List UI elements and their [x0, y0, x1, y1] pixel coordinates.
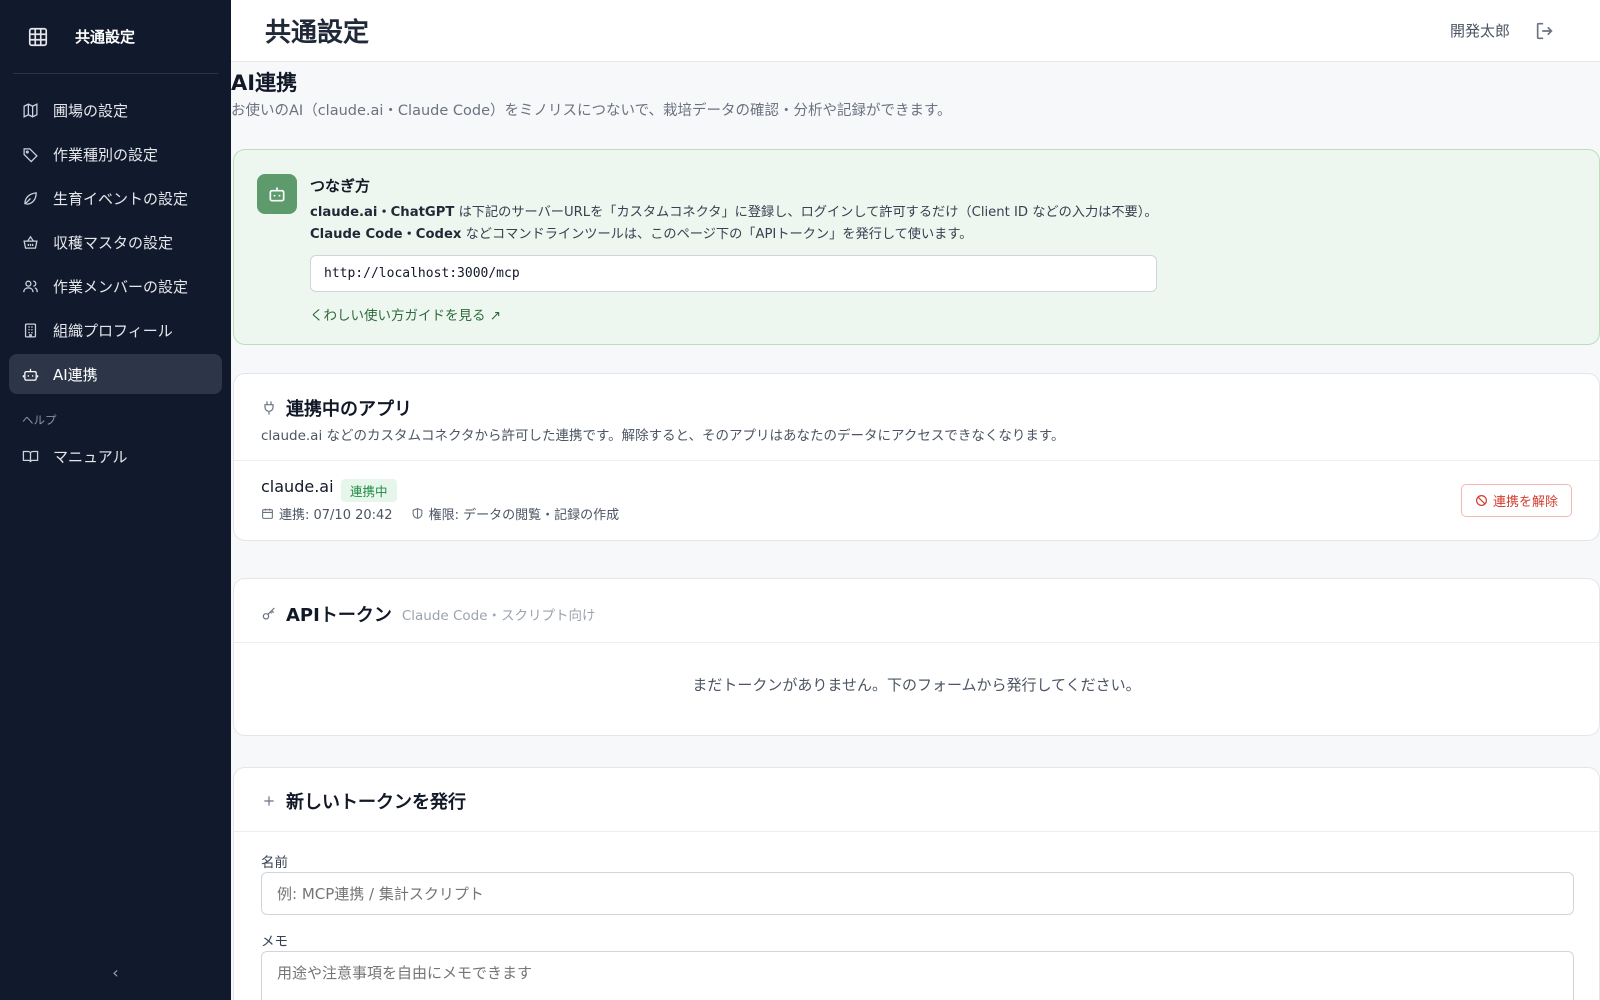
divider — [234, 642, 1599, 643]
sidebar-item-label: 作業メンバーの設定 — [53, 277, 189, 296]
connection-guide-card: つなぎ方 claude.ai・ChatGPT は下記のサーバーURLを「カスタム… — [233, 149, 1600, 345]
sidebar-header: 共通設定 — [13, 0, 218, 74]
revoke-button-label: 連携を解除 — [1492, 494, 1558, 509]
sidebar-item-label: 収穫マスタの設定 — [53, 233, 174, 252]
sidebar-item-label: AI連携 — [53, 365, 98, 384]
plus-icon — [264, 796, 274, 806]
api-tokens-header: APIトークン Claude Code・スクリプト向け — [261, 601, 596, 627]
sidebar-item-label: 圃場の設定 — [53, 101, 129, 120]
bot-icon — [269, 187, 285, 202]
book-icon — [22, 450, 39, 462]
divider — [234, 831, 1599, 832]
new-token-title: 新しいトークンを発行 — [286, 792, 466, 813]
sidebar-item-growth-events[interactable]: 生育イベントの設定 — [9, 178, 222, 218]
bot-badge — [257, 174, 297, 214]
connected-apps-title: 連携中のアプリ — [286, 399, 412, 420]
memo-label: メモ — [261, 934, 288, 950]
plug-icon — [264, 401, 274, 415]
new-token-card: 新しいトークンを発行 名前 メモ — [233, 767, 1600, 1000]
sidebar-section-help: ヘルプ — [22, 413, 57, 427]
users-icon — [23, 280, 38, 292]
api-tokens-card: APIトークン Claude Code・スクリプト向け まだトークンがありません… — [233, 578, 1600, 736]
app-name: claude.ai — [261, 477, 334, 496]
main-content: AI連携 お使いのAI（claude.ai・Claude Code）をミノリスに… — [231, 62, 1600, 1000]
sidebar: 共通設定 圃場の設定 作業種別の設定 生育イベントの設定 収穫マスタの設定 作業… — [0, 0, 231, 1000]
sidebar-item-org-profile[interactable]: 組織プロフィール — [9, 310, 222, 350]
line-1-apps: claude.ai・ChatGPT — [310, 205, 455, 220]
logout-icon[interactable] — [1534, 20, 1556, 42]
connected-apps-card: 連携中のアプリ claude.ai などのカスタムコネクタから許可した連携です。… — [233, 373, 1600, 541]
api-tokens-subtitle: Claude Code・スクリプト向け — [401, 608, 596, 624]
sidebar-item-label: 作業種別の設定 — [53, 145, 159, 164]
permission-scope: 権限: データの閲覧・記録の作成 — [428, 508, 620, 523]
section-title: AI連携 — [231, 71, 298, 95]
sidebar-item-label: 生育イベントの設定 — [53, 189, 189, 208]
token-memo-input[interactable] — [261, 951, 1574, 1000]
sidebar-item-label: 組織プロフィール — [53, 321, 173, 340]
shield-icon — [412, 508, 422, 519]
ban-icon — [1476, 495, 1487, 506]
sidebar-item-members[interactable]: 作業メンバーの設定 — [9, 266, 222, 306]
sidebar-item-fields[interactable]: 圃場の設定 — [9, 90, 222, 130]
connected-apps-header: 連携中のアプリ — [261, 395, 412, 421]
connection-guide-line-2: Claude Code・Codex などコマンドラインツールは、このページ下の「… — [310, 223, 972, 242]
sidebar-title: 共通設定 — [75, 28, 136, 46]
user-name: 開発太郎 — [1449, 22, 1510, 40]
app-meta: 連携: 07/10 20:42 権限: データの閲覧・記録の作成 — [261, 504, 619, 523]
sidebar-item-ai-integration[interactable]: AI連携 — [9, 354, 222, 394]
building-icon — [24, 322, 37, 338]
sidebar-item-label: マニュアル — [53, 447, 128, 466]
map-icon — [23, 102, 38, 118]
server-url-field[interactable]: http://localhost:3000/mcp — [310, 255, 1157, 292]
connection-guide-line-1: claude.ai・ChatGPT は下記のサーバーURLを「カスタムコネクタ」… — [310, 201, 1158, 220]
line-2-text: などコマンドラインツールは、このページ下の「APIトークン」を発行して使います。 — [461, 227, 973, 242]
status-badge: 連携中 — [341, 479, 397, 502]
leaf-icon — [24, 191, 37, 205]
top-header: 共通設定 開発太郎 — [231, 0, 1600, 62]
calendar-icon — [262, 508, 273, 519]
tag-icon — [23, 147, 38, 162]
connected-date: 連携: 07/10 20:42 — [279, 508, 393, 523]
new-token-header: 新しいトークンを発行 — [261, 788, 466, 814]
token-name-input[interactable] — [261, 872, 1574, 915]
divider — [234, 460, 1599, 461]
sidebar-collapse-button[interactable]: ‹ — [0, 963, 231, 982]
connection-guide-title: つなぎ方 — [310, 177, 371, 195]
name-label: 名前 — [261, 855, 288, 871]
bot-icon — [22, 368, 39, 381]
sidebar-nav: 圃場の設定 作業種別の設定 生育イベントの設定 収穫マスタの設定 作業メンバーの… — [0, 74, 231, 476]
key-icon — [262, 607, 275, 620]
line-1-text: は下記のサーバーURLを「カスタムコネクタ」に登録し、ログインして許可するだけ（… — [454, 205, 1158, 220]
sidebar-item-work-types[interactable]: 作業種別の設定 — [9, 134, 222, 174]
revoke-button[interactable]: 連携を解除 — [1460, 484, 1572, 517]
api-tokens-title: APIトークン — [286, 605, 392, 626]
basket-icon — [23, 235, 38, 249]
section-description: お使いのAI（claude.ai・Claude Code）をミノリスにつないで、… — [231, 103, 952, 119]
sidebar-item-manual[interactable]: マニュアル — [9, 436, 222, 476]
connected-apps-description: claude.ai などのカスタムコネクタから許可した連携です。解除すると、その… — [261, 428, 1065, 444]
sidebar-item-harvest-master[interactable]: 収穫マスタの設定 — [9, 222, 222, 262]
tokens-empty-message: まだトークンがありません。下のフォームから発行してください。 — [692, 676, 1141, 694]
page-title: 共通設定 — [265, 18, 370, 48]
grid-icon — [28, 27, 48, 46]
guide-link[interactable]: くわしい使い方ガイドを見る ↗ — [310, 304, 501, 324]
line-2-tools: Claude Code・Codex — [310, 227, 462, 242]
